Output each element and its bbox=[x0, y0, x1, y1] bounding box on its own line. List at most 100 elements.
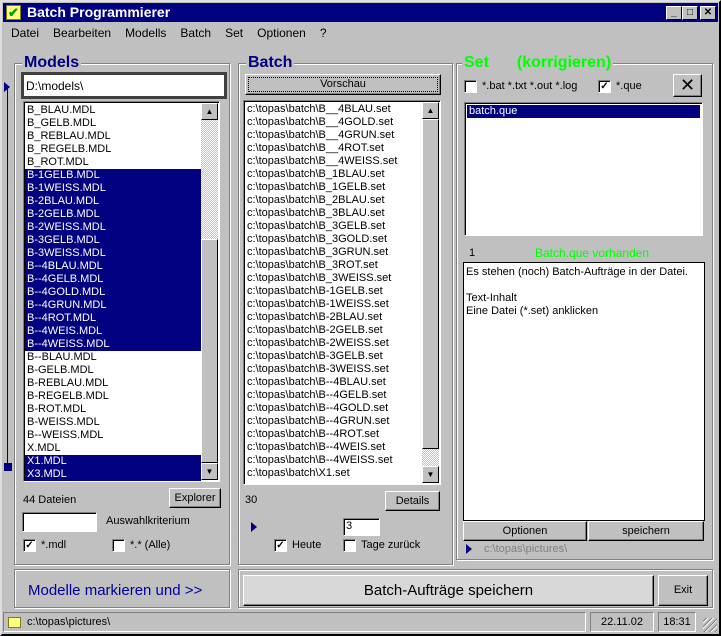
models-scrollbar[interactable]: ▲ ▼ bbox=[201, 103, 218, 480]
list-item[interactable]: B_REBLAU.MDL bbox=[25, 130, 201, 143]
list-item[interactable]: c:\topas\batch\B--4GELB.set bbox=[245, 389, 422, 402]
list-item[interactable]: c:\topas\batch\B--4WEISS.set bbox=[245, 454, 422, 467]
models-list[interactable]: B_BLAU.MDL B_GELB.MDL B_REBLAU.MDL B_REGELB… bbox=[23, 101, 220, 482]
save-batch-button[interactable]: Batch-Aufträge speichern bbox=[243, 575, 654, 606]
list-item[interactable]: c:\topas\batch\B-3GELB.set bbox=[245, 350, 422, 363]
batch-scrollbar[interactable]: ▲ ▼ bbox=[422, 102, 439, 483]
list-item[interactable]: B--4GOLD.MDL bbox=[25, 286, 201, 299]
maximize-button[interactable]: □ bbox=[682, 6, 698, 20]
list-item[interactable]: c:\topas\batch\B__4WEISS.set bbox=[245, 155, 422, 168]
scroll-up-button[interactable]: ▲ bbox=[422, 102, 439, 119]
list-item[interactable]: c:\topas\batch\B--4GRUN.set bbox=[245, 415, 422, 428]
list-item[interactable]: c:\topas\batch\B--4GOLD.set bbox=[245, 402, 422, 415]
menu-datei[interactable]: Datei bbox=[4, 24, 46, 42]
list-item[interactable]: c:\topas\batch\B--4WEIS.set bbox=[245, 441, 422, 454]
list-item[interactable]: c:\topas\batch\B_3GELB.set bbox=[245, 220, 422, 233]
list-item[interactable]: X.MDL bbox=[25, 442, 201, 455]
list-item[interactable]: c:\topas\batch\B-2BLAU.set bbox=[245, 311, 422, 324]
list-item[interactable]: B-2BLAU.MDL bbox=[25, 195, 201, 208]
minimize-button[interactable]: _ bbox=[666, 6, 682, 20]
menu-bearbeiten[interactable]: Bearbeiten bbox=[46, 24, 118, 42]
clear-button[interactable]: ✕ bbox=[673, 74, 702, 97]
list-item[interactable]: c:\topas\batch\B_3GOLD.set bbox=[245, 233, 422, 246]
list-item[interactable]: B--WEISS.MDL bbox=[25, 429, 201, 442]
list-item[interactable]: c:\topas\batch\B_3BLAU.set bbox=[245, 207, 422, 220]
models-path-input[interactable]: D:\models\ bbox=[21, 72, 227, 99]
list-item[interactable]: c:\topas\batch\B-1GELB.set bbox=[245, 285, 422, 298]
list-item[interactable]: B-2GELB.MDL bbox=[25, 208, 201, 221]
list-item[interactable]: c:\topas\batch\B_1BLAU.set bbox=[245, 168, 422, 181]
que-checkbox[interactable]: ✓ bbox=[598, 80, 611, 93]
mdl-checkbox[interactable]: ✓ bbox=[23, 539, 36, 552]
list-item[interactable]: B--4GELB.MDL bbox=[25, 273, 201, 286]
exit-button[interactable]: Exit bbox=[658, 575, 708, 606]
set-save-button[interactable]: speichern bbox=[588, 521, 704, 541]
list-item[interactable]: B-REGELB.MDL bbox=[25, 390, 201, 403]
list-item[interactable]: c:\topas\batch\B_1GELB.set bbox=[245, 181, 422, 194]
list-item[interactable]: B-3WEISS.MDL bbox=[25, 247, 201, 260]
list-item[interactable]: B-WEISS.MDL bbox=[25, 416, 201, 429]
list-item[interactable]: B-REBLAU.MDL bbox=[25, 377, 201, 390]
scroll-down-button[interactable]: ▼ bbox=[422, 466, 439, 483]
criteria-input[interactable] bbox=[22, 512, 97, 532]
list-item[interactable]: c:\topas\batch\B_3GRUN.set bbox=[245, 246, 422, 259]
list-item[interactable]: B_BLAU.MDL bbox=[25, 104, 201, 117]
bat-files-checkbox[interactable] bbox=[464, 80, 477, 93]
list-item[interactable]: X1.MDL bbox=[25, 455, 201, 468]
list-item[interactable]: c:\topas\batch\B--4ROT.set bbox=[245, 428, 422, 441]
list-item[interactable]: c:\topas\batch\B-2GELB.set bbox=[245, 324, 422, 337]
list-item[interactable]: B--BLAU.MDL bbox=[25, 351, 201, 364]
list-item[interactable]: B-3GELB.MDL bbox=[25, 234, 201, 247]
all-files-checkbox[interactable] bbox=[112, 539, 125, 552]
set-text-area[interactable]: Es stehen (noch) Batch-Aufträge in der D… bbox=[463, 262, 705, 521]
options-button[interactable]: Optionen bbox=[463, 521, 587, 541]
list-item[interactable]: B_REGELB.MDL bbox=[25, 143, 201, 156]
mark-models-button[interactable]: Modelle markieren und >> bbox=[28, 582, 202, 599]
days-input[interactable]: 3 bbox=[343, 518, 380, 536]
list-item[interactable]: B--4WEIS.MDL bbox=[25, 325, 201, 338]
today-checkbox[interactable]: ✓ bbox=[274, 539, 287, 552]
scroll-down-button[interactable]: ▼ bbox=[201, 463, 218, 480]
list-item[interactable]: B--4BLAU.MDL bbox=[25, 260, 201, 273]
explorer-button[interactable]: Explorer bbox=[169, 488, 221, 508]
list-item[interactable]: B--4WEISS.MDL bbox=[25, 338, 201, 351]
list-item[interactable]: c:\topas\batch\B-3WEISS.set bbox=[245, 363, 422, 376]
list-item[interactable]: c:\topas\batch\B__4BLAU.set bbox=[245, 103, 422, 116]
menu-modells[interactable]: Modells bbox=[118, 24, 173, 42]
close-window-button[interactable]: ✕ bbox=[700, 6, 716, 20]
list-item[interactable]: c:\topas\batch\B-1WEISS.set bbox=[245, 298, 422, 311]
list-item[interactable]: c:\topas\batch\B__4GOLD.set bbox=[245, 116, 422, 129]
list-item[interactable]: c:\topas\batch\B__4GRUN.set bbox=[245, 129, 422, 142]
scroll-up-button[interactable]: ▲ bbox=[201, 103, 218, 120]
list-item[interactable]: B_GELB.MDL bbox=[25, 117, 201, 130]
list-item[interactable]: c:\topas\batch\B_3ROT.set bbox=[245, 259, 422, 272]
list-item[interactable]: c:\topas\batch\B__4ROT.set bbox=[245, 142, 422, 155]
set-file-list[interactable]: batch.que bbox=[464, 102, 703, 236]
list-item[interactable]: B-GELB.MDL bbox=[25, 364, 201, 377]
list-item[interactable]: B-1GELB.MDL bbox=[25, 169, 201, 182]
list-item[interactable]: c:\topas\batch\X1.set bbox=[245, 467, 422, 480]
list-item[interactable]: B-2WEISS.MDL bbox=[25, 221, 201, 234]
list-item[interactable]: c:\topas\batch\B-2WEISS.set bbox=[245, 337, 422, 350]
list-item[interactable]: B-1WEISS.MDL bbox=[25, 182, 201, 195]
menu-optionen[interactable]: Optionen bbox=[250, 24, 313, 42]
list-item[interactable]: B-ROT.MDL bbox=[25, 403, 201, 416]
list-item[interactable]: c:\topas\batch\B--4BLAU.set bbox=[245, 376, 422, 389]
list-item[interactable]: B_ROT.MDL bbox=[25, 156, 201, 169]
batch-list[interactable]: c:\topas\batch\B__4BLAU.set c:\topas\batc… bbox=[243, 100, 441, 485]
list-item[interactable]: batch.que bbox=[467, 105, 700, 118]
list-item[interactable]: c:\topas\batch\B_3WEISS.set bbox=[245, 272, 422, 285]
list-item[interactable]: c:\topas\batch\B_2BLAU.set bbox=[245, 194, 422, 207]
menu-batch[interactable]: Batch bbox=[173, 24, 218, 42]
list-item[interactable]: X3.MDL bbox=[25, 468, 201, 481]
resize-grip-icon[interactable] bbox=[703, 618, 717, 632]
days-back-checkbox[interactable] bbox=[343, 539, 356, 552]
menu-set[interactable]: Set bbox=[218, 24, 250, 42]
preview-button[interactable]: Vorschau bbox=[245, 74, 441, 95]
list-item[interactable]: B--4ROT.MDL bbox=[25, 312, 201, 325]
scroll-thumb[interactable] bbox=[422, 119, 439, 449]
menu-help[interactable]: ? bbox=[313, 24, 334, 42]
list-item[interactable]: B--4GRUN.MDL bbox=[25, 299, 201, 312]
scroll-thumb[interactable] bbox=[201, 239, 218, 463]
details-button[interactable]: Details bbox=[385, 491, 440, 511]
